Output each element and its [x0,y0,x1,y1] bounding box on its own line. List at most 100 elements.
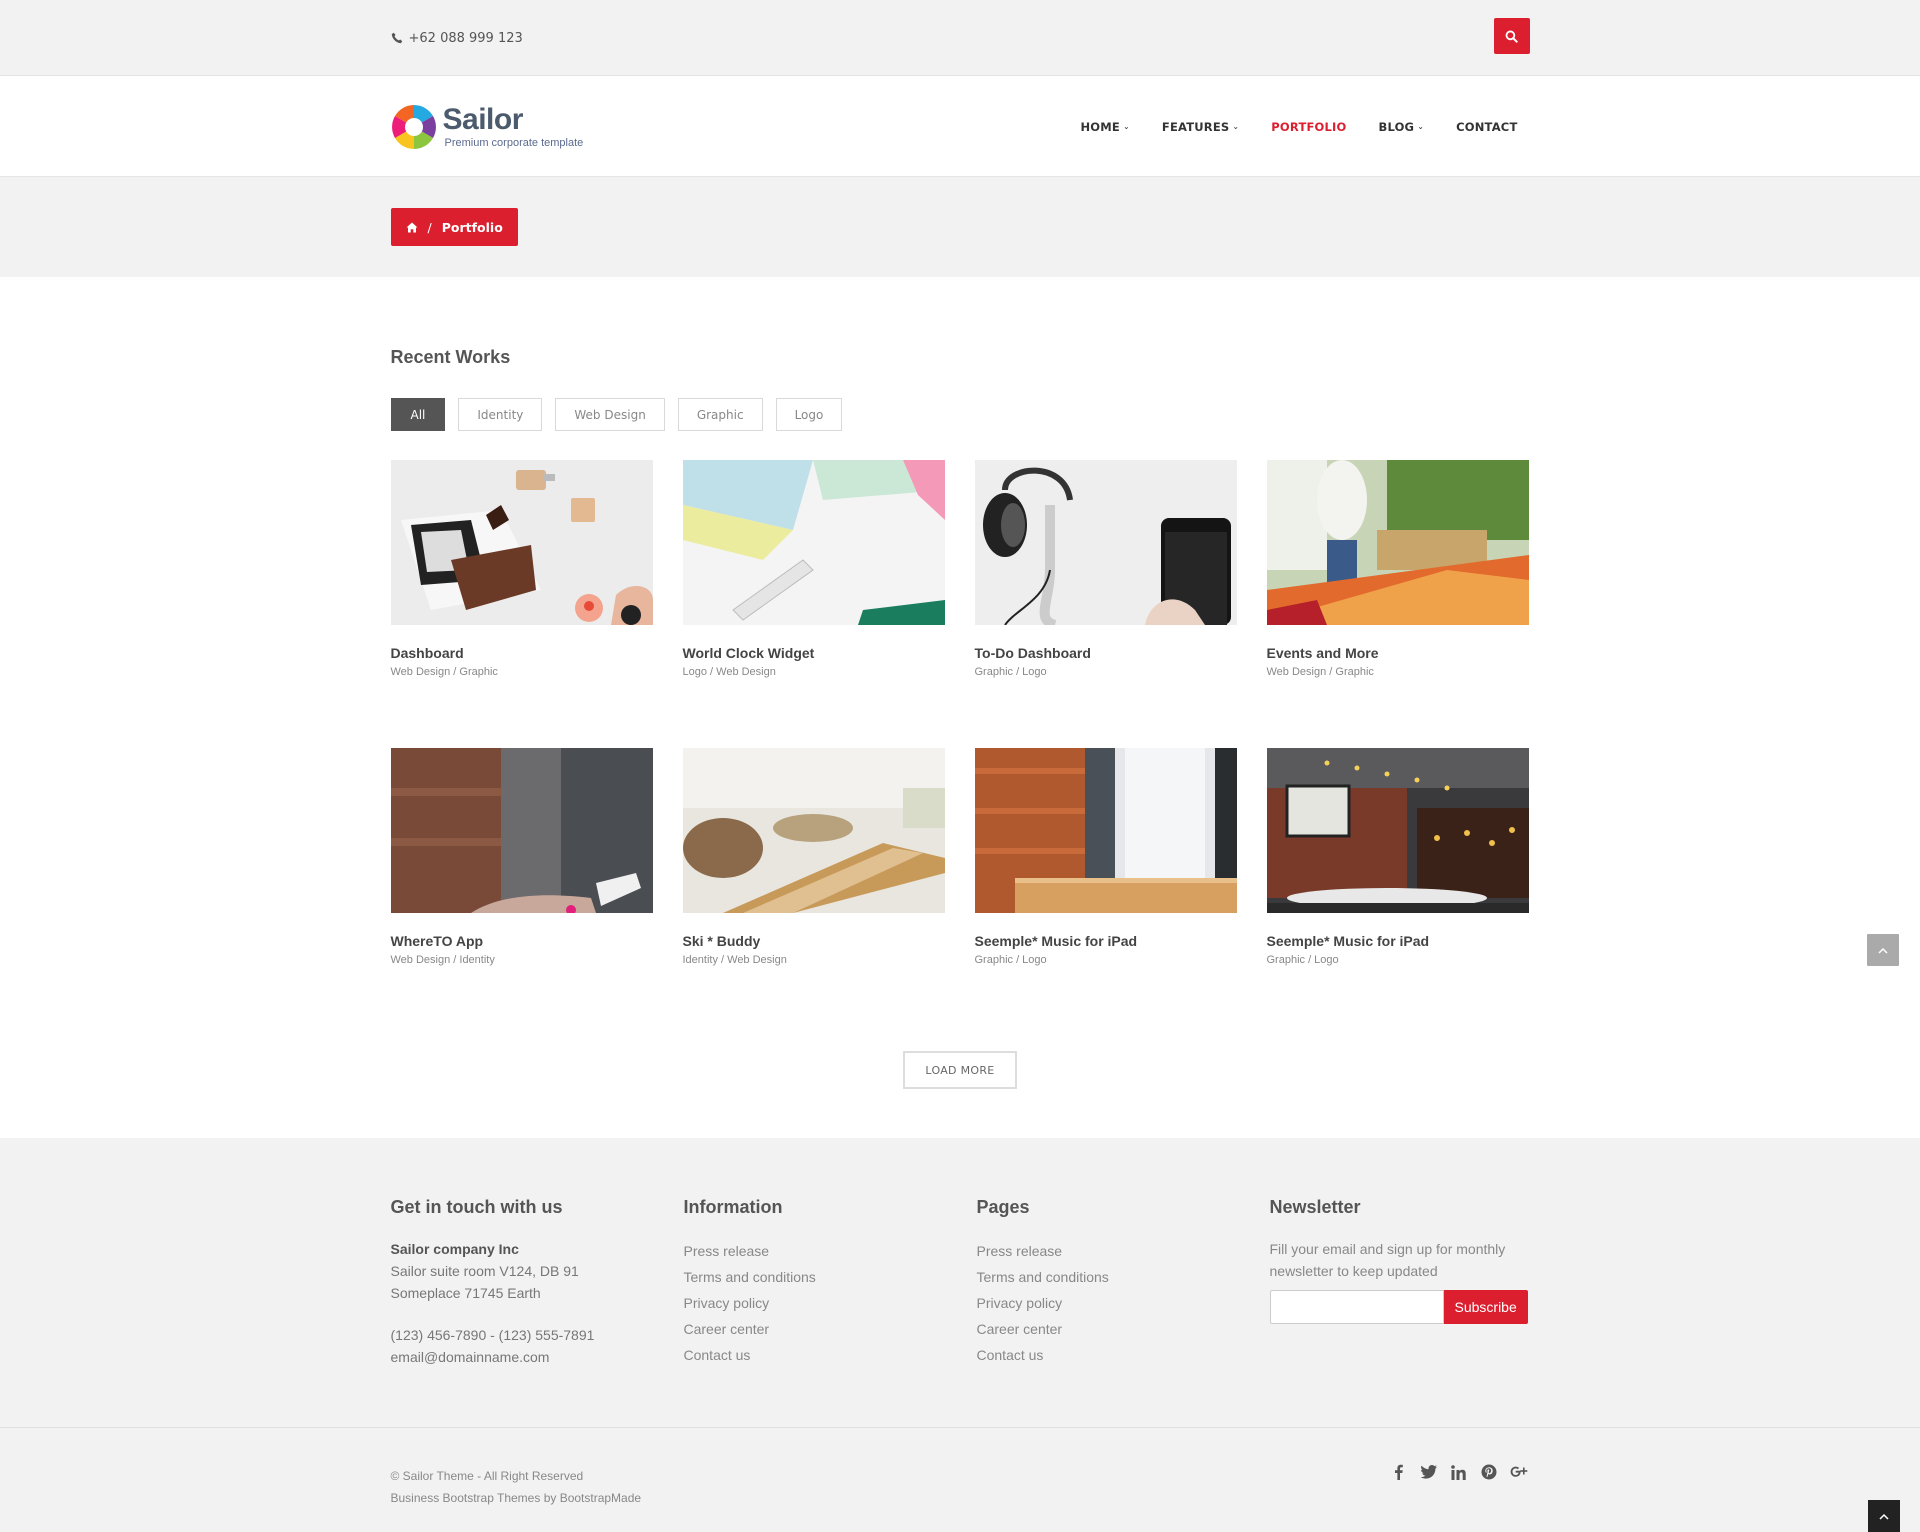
footer-link[interactable]: Terms and conditions [977,1264,1270,1290]
back-to-top-button[interactable] [1868,1500,1900,1532]
pinterest-icon[interactable] [1480,1463,1498,1481]
footer-link[interactable]: Career center [977,1316,1270,1342]
portfolio-item-title[interactable]: Dashboard [391,645,653,661]
linkedin-icon[interactable] [1450,1463,1468,1481]
logo[interactable]: Sailor Premium corporate template [391,102,584,152]
portfolio-item-categories: Graphic / Logo [1266,954,1339,966]
newsletter-text: Fill your email and sign up for monthly … [1269,1241,1506,1279]
nav-home[interactable]: HOME ⌄ [1064,120,1145,134]
nav-contact-label: CONTACT [1456,119,1518,134]
main-nav: HOME ⌄ FEATURES ⌄ PORTFOLIO BLOG ⌄ CONTACT [1064,120,1517,134]
load-more-button[interactable]: LOAD MORE [903,1051,1017,1089]
company-name: Sailor company Inc [390,1241,519,1257]
portfolio-item-categories: Web Design / Graphic [390,666,498,678]
portfolio-item-title[interactable]: Ski * Buddy [683,933,945,949]
portfolio-grid: Dashboard Web Design / Graphic World Clo… [390,460,1530,1036]
search-icon [1505,30,1518,43]
portfolio-item[interactable]: To-Do Dashboard Graphic / Logo [974,460,1237,748]
google-plus-icon[interactable] [1510,1463,1528,1481]
portfolio-thumbnail[interactable] [1266,748,1529,913]
portfolio-thumbnail[interactable] [974,460,1237,625]
portfolio-item[interactable]: Events and More Web Design / Graphic [1266,460,1529,748]
top-bar: +62 088 999 123 [0,0,1920,76]
portfolio-thumbnail[interactable] [682,748,945,913]
portfolio-item-title[interactable]: WhereTO App [391,933,653,949]
footer-contact-title: Get in touch with us [390,1197,563,1217]
portfolio-thumbnail[interactable] [974,748,1237,913]
portfolio-section: Recent Works All Identity Web Design Gra… [0,277,1920,1138]
footer-link[interactable]: Privacy policy [977,1290,1270,1316]
portfolio-item[interactable]: World Clock Widget Logo / Web Design [682,460,945,748]
search-button[interactable] [1493,18,1530,54]
filter-all[interactable]: All [390,398,446,431]
chevron-down-icon: ⌄ [1232,122,1240,131]
nav-blog-label: BLOG [1378,119,1415,134]
breadcrumb: / Portfolio [390,208,518,246]
logo-tagline: Premium corporate template [444,136,584,149]
subscribe-form: Subscribe [1269,1290,1563,1324]
footer-information: Information Press release Terms and cond… [684,1197,977,1368]
portfolio-thumbnail[interactable] [1266,460,1529,625]
portfolio-item[interactable]: Dashboard Web Design / Graphic [390,460,653,748]
footer-link[interactable]: Contact us [977,1342,1270,1368]
filter-logo[interactable]: Logo [775,398,843,431]
filter-bar: All Identity Web Design Graphic Logo [390,398,1530,431]
copyright: © Sailor Theme - All Right Reserved [390,1469,584,1483]
footer-newsletter: Newsletter Fill your email and sign up f… [1269,1197,1563,1368]
phone-number: +62 088 999 123 [391,31,523,46]
header: Sailor Premium corporate template HOME ⌄ … [0,76,1920,177]
home-icon[interactable] [406,222,418,233]
portfolio-item-title[interactable]: Events and More [1267,645,1529,661]
filter-graphic[interactable]: Graphic [677,398,763,431]
footer-link[interactable]: Contact us [684,1342,977,1368]
scroll-top-button[interactable] [1867,934,1899,966]
nav-blog[interactable]: BLOG ⌄ [1363,120,1441,134]
theme-credit[interactable]: Business Bootstrap Themes by BootstrapMa… [391,1487,642,1509]
chevron-up-icon [1878,947,1888,954]
address-line-1: Sailor suite room V124, DB 91 [390,1263,579,1279]
filter-web-design[interactable]: Web Design [555,398,665,431]
footer-link[interactable]: Press release [977,1238,1270,1264]
filter-identity[interactable]: Identity [458,398,543,431]
phone-text: +62 088 999 123 [408,30,523,46]
chevron-down-icon: ⌄ [1417,122,1425,131]
portfolio-item-title[interactable]: World Clock Widget [683,645,945,661]
subscribe-button[interactable]: Subscribe [1443,1290,1528,1324]
portfolio-item[interactable]: WhereTO App Web Design / Identity [390,748,653,1036]
nav-contact[interactable]: CONTACT [1440,120,1517,134]
email-address[interactable]: email@domainname.com [391,1346,684,1368]
footer-link[interactable]: Privacy policy [684,1290,977,1316]
portfolio-item-categories: Web Design / Graphic [1266,666,1374,678]
newsletter-email-input[interactable] [1269,1290,1444,1324]
address-line-2: Someplace 71745 Earth [390,1285,541,1301]
footer-information-title: Information [683,1197,783,1217]
portfolio-thumbnail[interactable] [390,460,653,625]
section-title: Recent Works [390,347,511,367]
portfolio-thumbnail[interactable] [682,460,945,625]
nav-portfolio[interactable]: PORTFOLIO [1255,120,1362,134]
portfolio-item-categories: Graphic / Logo [974,666,1047,678]
chevron-down-icon: ⌄ [1122,122,1130,131]
nav-portfolio-label: PORTFOLIO [1271,119,1347,134]
phone-icon [391,32,402,44]
twitter-icon[interactable] [1420,1463,1438,1481]
portfolio-item[interactable]: Seemple* Music for iPad Graphic / Logo [974,748,1237,1036]
footer-pages-title: Pages [976,1197,1030,1217]
social-links [1390,1463,1528,1509]
footer-link[interactable]: Terms and conditions [684,1264,977,1290]
footer-link[interactable]: Career center [684,1316,977,1342]
portfolio-item-categories: Identity / Web Design [682,954,787,966]
facebook-icon[interactable] [1390,1463,1408,1481]
portfolio-thumbnail[interactable] [390,748,653,913]
footer-link[interactable]: Press release [684,1238,977,1264]
phone-numbers: (123) 456-7890 - (123) 555-7891 [390,1327,595,1343]
portfolio-item[interactable]: Seemple* Music for iPad Graphic / Logo [1266,748,1529,1036]
logo-mark-icon [391,104,436,149]
footer-contact: Get in touch with us Sailor company Inc … [391,1197,684,1368]
portfolio-item-categories: Logo / Web Design [682,666,776,678]
portfolio-item-title[interactable]: To-Do Dashboard [975,645,1237,661]
portfolio-item-title[interactable]: Seemple* Music for iPad [975,933,1237,949]
nav-features[interactable]: FEATURES ⌄ [1146,120,1255,134]
portfolio-item-title[interactable]: Seemple* Music for iPad [1267,933,1529,949]
portfolio-item[interactable]: Ski * Buddy Identity / Web Design [682,748,945,1036]
